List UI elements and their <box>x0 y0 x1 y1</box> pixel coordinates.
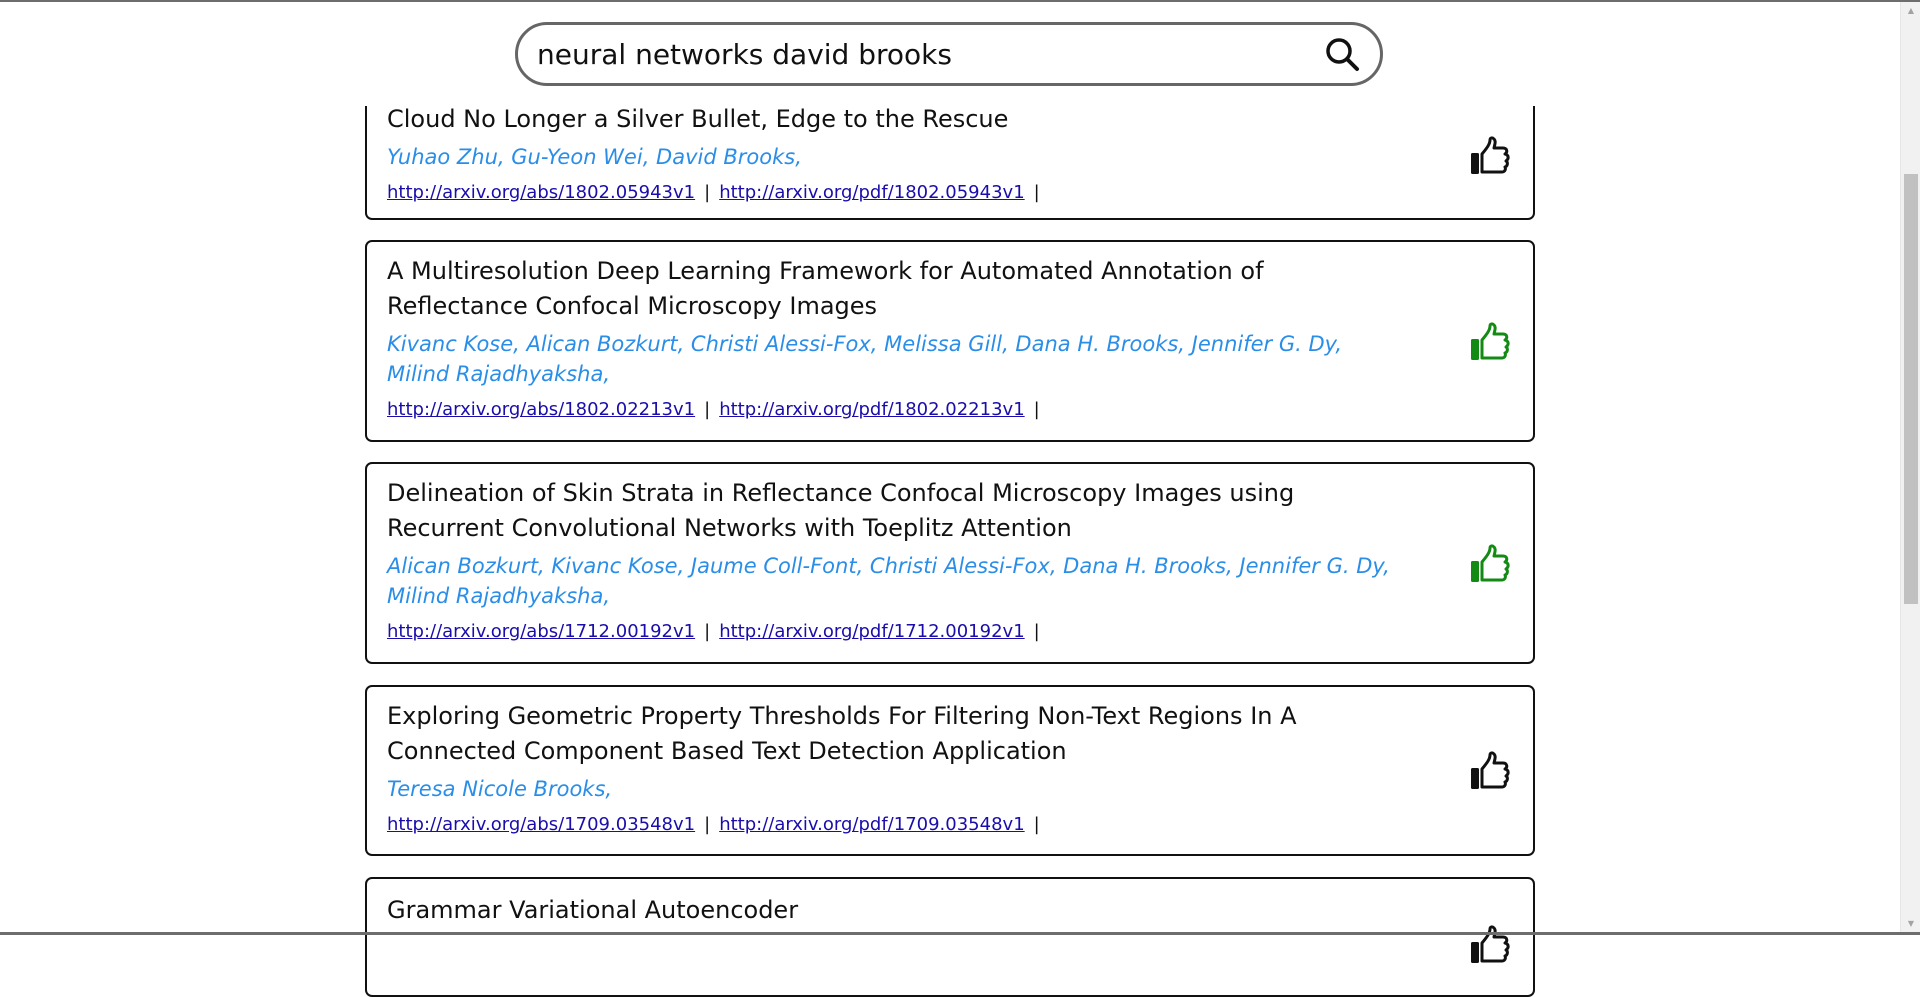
result-title: Exploring Geometric Property Thresholds … <box>387 702 1297 765</box>
result-card: Delineation of Skin Strata in Reflectanc… <box>365 462 1535 664</box>
scroll-up-arrow-icon[interactable]: ▲ <box>1901 2 1920 19</box>
link-separator: | <box>1033 814 1040 835</box>
vertical-scrollbar[interactable]: ▲ ▼ <box>1900 2 1920 932</box>
result-links: http://arxiv.org/abs/1802.02213v1 | http:/… <box>387 398 1407 422</box>
result-title: Cloud No Longer a Silver Bullet, Edge to… <box>387 105 1009 133</box>
result-links: http://arxiv.org/abs/1712.00192v1 | http:/… <box>387 620 1407 644</box>
thumbs-up-icon[interactable] <box>1469 322 1513 362</box>
search-bar <box>515 22 1383 86</box>
result-authors: Teresa Nicole Brooks, <box>387 777 613 801</box>
link-separator: | <box>704 399 711 420</box>
pdf-link[interactable]: http://arxiv.org/pdf/1802.02213v1 <box>719 399 1024 420</box>
search-input[interactable] <box>537 37 1297 71</box>
result-card: A Multiresolution Deep Learning Framewor… <box>365 240 1535 442</box>
result-links: http://arxiv.org/abs/1802.05943v1 | http:/… <box>387 181 1407 205</box>
pdf-link[interactable]: http://arxiv.org/pdf/1802.05943v1 <box>719 182 1024 203</box>
scrollbar-thumb[interactable] <box>1904 174 1918 604</box>
thumbs-up-icon[interactable] <box>1469 925 1513 965</box>
result-card: Grammar Variational Autoencoder <box>365 877 1535 997</box>
thumbs-up-icon[interactable] <box>1469 136 1513 176</box>
thumbs-up-icon[interactable] <box>1469 751 1513 791</box>
abs-link[interactable]: http://arxiv.org/abs/1712.00192v1 <box>387 621 695 642</box>
thumbs-up-icon[interactable] <box>1469 544 1513 584</box>
pdf-link[interactable]: http://arxiv.org/pdf/1709.03548v1 <box>719 814 1024 835</box>
link-separator: | <box>1033 182 1040 203</box>
result-title: A Multiresolution Deep Learning Framewor… <box>387 257 1264 320</box>
search-header <box>0 2 1900 106</box>
link-separator: | <box>704 182 711 203</box>
link-separator: | <box>704 814 711 835</box>
result-title: Delineation of Skin Strata in Reflectanc… <box>387 479 1295 542</box>
search-icon[interactable] <box>1324 36 1360 72</box>
result-card: Exploring Geometric Property Thresholds … <box>365 685 1535 856</box>
result-title: Grammar Variational Autoencoder <box>387 896 799 924</box>
abs-link[interactable]: http://arxiv.org/abs/1709.03548v1 <box>387 814 695 835</box>
link-separator: | <box>1033 399 1040 420</box>
abs-link[interactable]: http://arxiv.org/abs/1802.02213v1 <box>387 399 695 420</box>
result-authors: Kivanc Kose, Alican Bozkurt, Christi Ale… <box>387 332 1343 386</box>
link-separator: | <box>1033 621 1040 642</box>
scroll-down-arrow-icon[interactable]: ▼ <box>1901 915 1920 932</box>
link-separator: | <box>704 621 711 642</box>
result-authors: Yuhao Zhu, Gu-Yeon Wei, David Brooks, <box>387 145 802 169</box>
abs-link[interactable]: http://arxiv.org/abs/1802.05943v1 <box>387 182 695 203</box>
result-links: http://arxiv.org/abs/1709.03548v1 | http:/… <box>387 813 1407 837</box>
pdf-link[interactable]: http://arxiv.org/pdf/1712.00192v1 <box>719 621 1024 642</box>
result-authors: Alican Bozkurt, Kivanc Kose, Jaume Coll-… <box>387 554 1390 608</box>
